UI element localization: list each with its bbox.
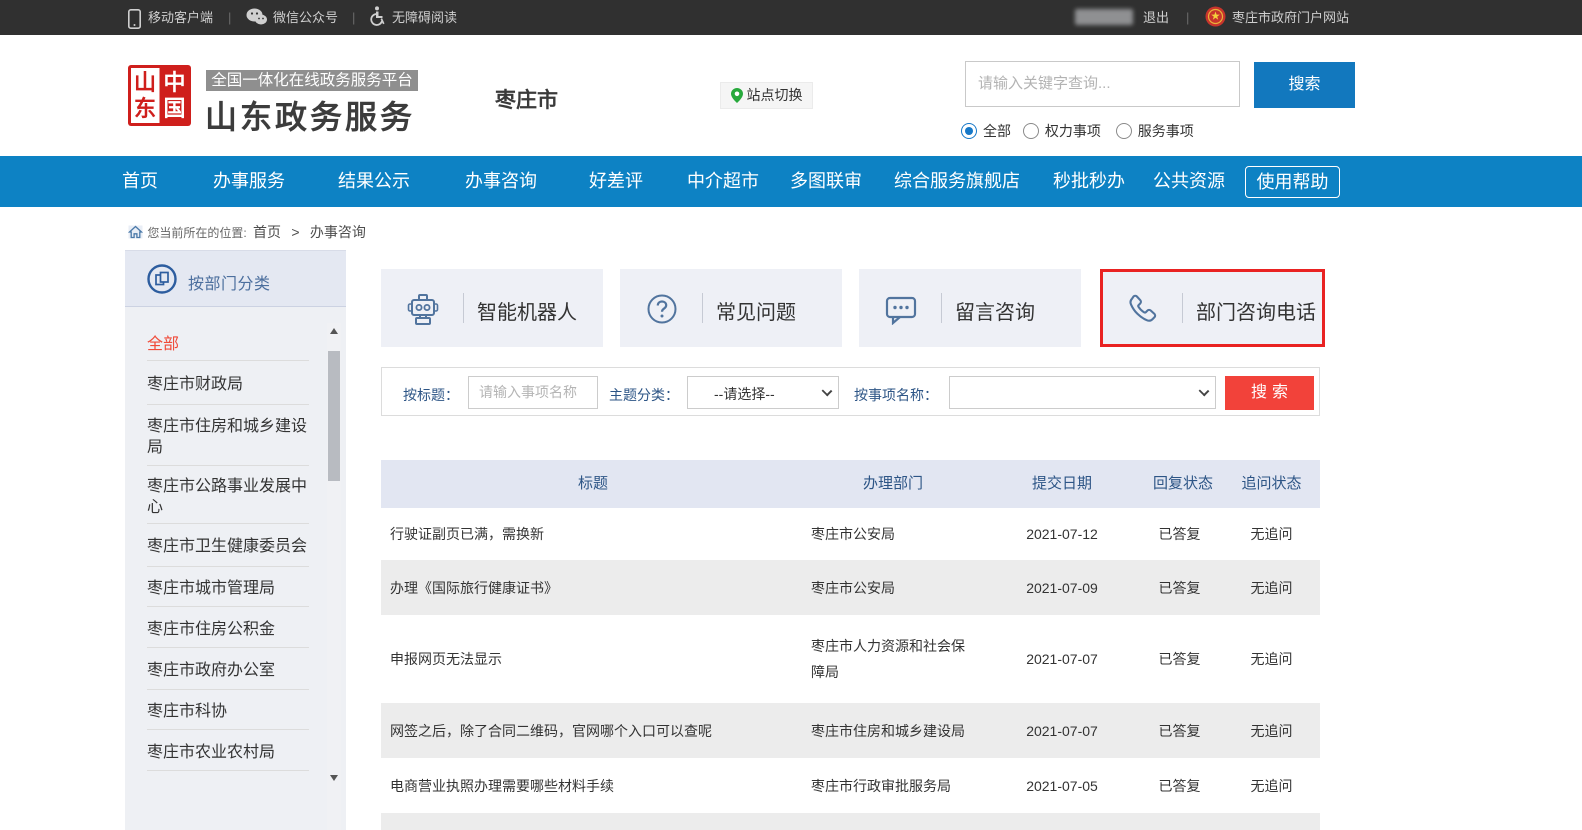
svg-text:东: 东 (134, 96, 156, 121)
svg-text:国: 国 (163, 96, 185, 121)
svg-text:山: 山 (134, 70, 156, 95)
svg-text:中: 中 (163, 70, 185, 95)
